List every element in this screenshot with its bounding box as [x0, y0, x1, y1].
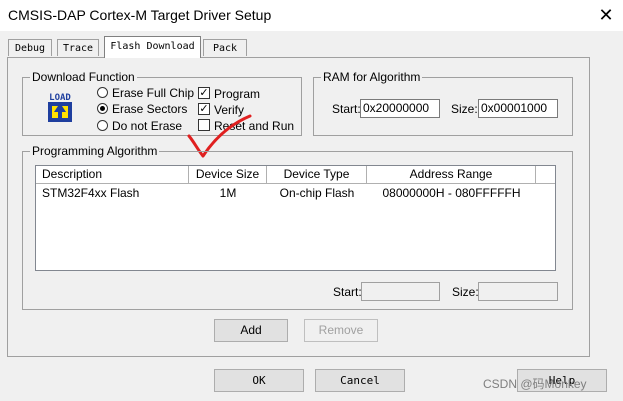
- ram-size-label: Size:: [451, 102, 478, 116]
- add-button[interactable]: Add: [214, 319, 288, 342]
- title-bar: CMSIS-DAP Cortex-M Target Driver Setup ✕: [0, 0, 623, 31]
- algorithm-list[interactable]: Description Device Size Device Type Addr…: [35, 165, 556, 271]
- load-icon: LOAD: [43, 90, 77, 124]
- tab-pack[interactable]: Pack: [203, 39, 247, 56]
- row-address-range: 08000000H - 080FFFFFH: [382, 186, 521, 200]
- ram-start-field[interactable]: 0x20000000: [360, 99, 440, 118]
- tab-debug[interactable]: Debug: [8, 39, 52, 56]
- window-title: CMSIS-DAP Cortex-M Target Driver Setup: [8, 7, 272, 23]
- ok-button[interactable]: OK: [214, 369, 304, 392]
- download-function-title: Download Function: [30, 70, 137, 84]
- remove-button[interactable]: Remove: [304, 319, 378, 342]
- column-header-device-type[interactable]: Device Type: [267, 166, 367, 184]
- programming-algorithm-title: Programming Algorithm: [30, 144, 160, 158]
- column-header-description[interactable]: Description: [36, 166, 189, 184]
- cancel-button[interactable]: Cancel: [315, 369, 405, 392]
- ram-size-field[interactable]: 0x00001000: [478, 99, 558, 118]
- do-not-erase-radio[interactable]: [97, 120, 108, 131]
- load-icon-text: LOAD: [49, 93, 71, 103]
- do-not-erase-label: Do not Erase: [112, 119, 183, 133]
- program-label: Program: [214, 87, 261, 101]
- algorithm-size-field[interactable]: [478, 282, 558, 301]
- erase-sectors-label: Erase Sectors: [112, 102, 188, 116]
- ram-start-label: Start:: [332, 102, 361, 116]
- erase-full-chip-label: Erase Full Chip: [112, 86, 195, 100]
- erase-full-chip-radio[interactable]: [97, 87, 108, 98]
- column-header-address-range[interactable]: Address Range: [367, 166, 536, 184]
- algorithm-start-field[interactable]: [361, 282, 440, 301]
- algorithm-size-label: Size:: [452, 285, 479, 299]
- row-device-type: On-chip Flash: [279, 186, 355, 200]
- row-device-size: 1M: [219, 186, 237, 200]
- algorithm-start-label: Start:: [333, 285, 362, 299]
- column-header-filler: [536, 166, 555, 184]
- watermark: CSDN @码Monkey: [483, 377, 587, 391]
- erase-sectors-radio[interactable]: [97, 103, 108, 114]
- program-checkbox[interactable]: ✓: [198, 87, 210, 99]
- tab-trace[interactable]: Trace: [57, 39, 99, 56]
- column-header-device-size[interactable]: Device Size: [189, 166, 267, 184]
- tab-flash-download[interactable]: Flash Download: [104, 36, 201, 58]
- row-description: STM32F4xx Flash: [42, 186, 140, 200]
- ram-for-algorithm-title: RAM for Algorithm: [321, 70, 423, 84]
- close-icon[interactable]: ✕: [593, 4, 619, 26]
